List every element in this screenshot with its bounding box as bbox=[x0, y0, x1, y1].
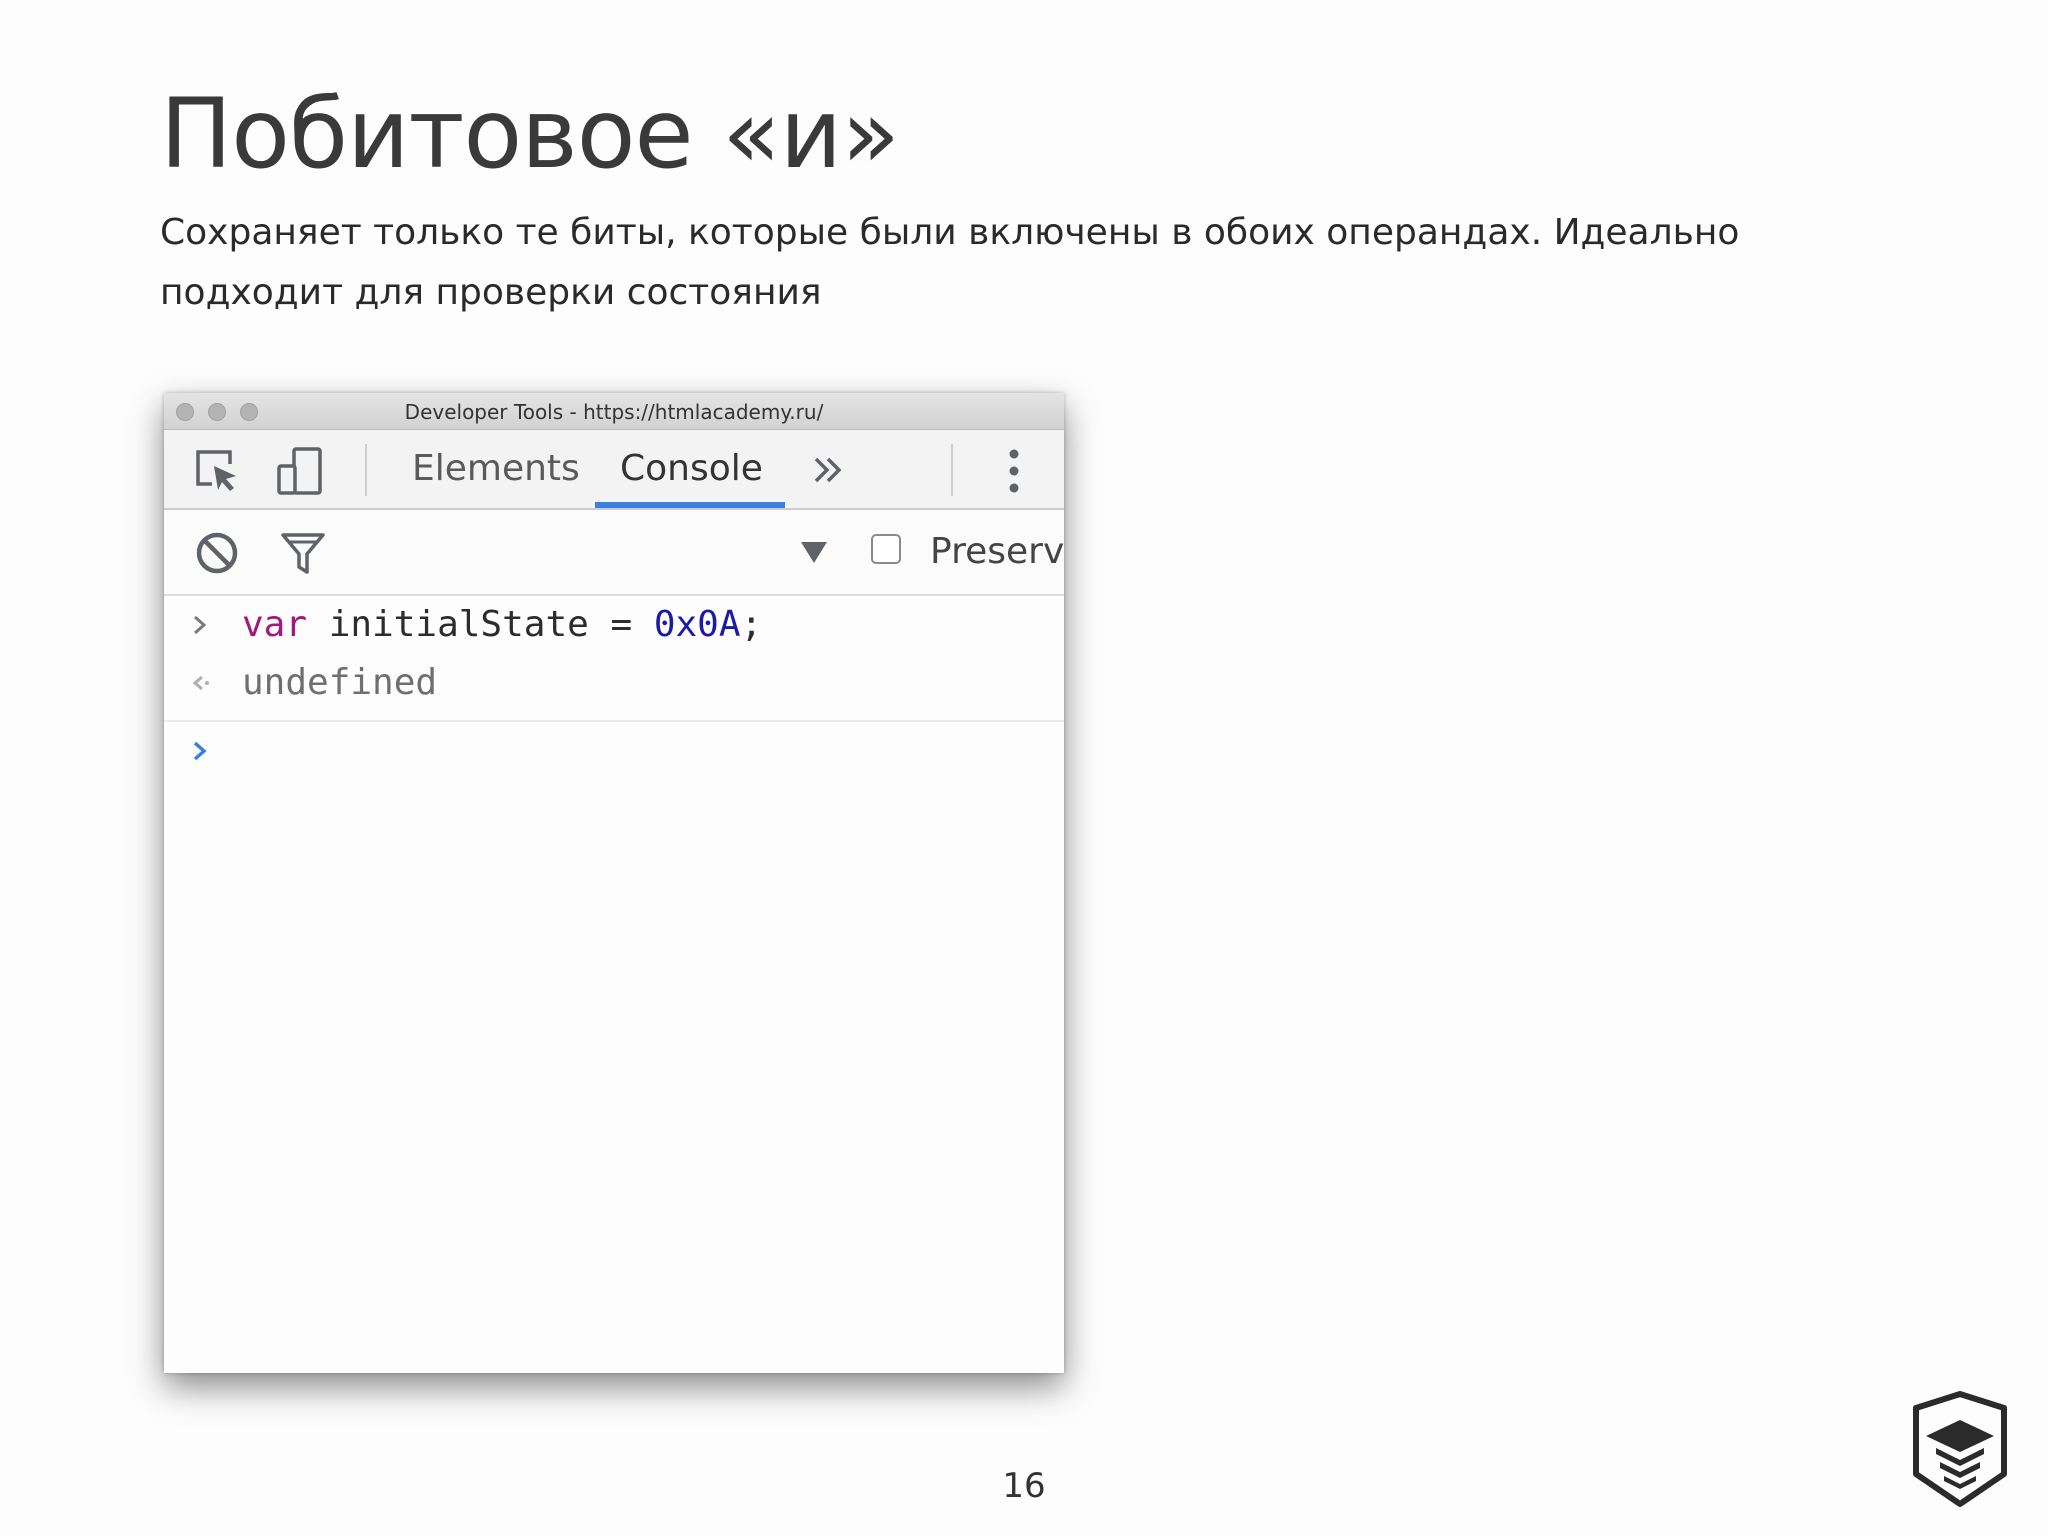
inspect-element-icon[interactable] bbox=[192, 446, 242, 496]
code-terminator: ; bbox=[740, 604, 763, 645]
console-output[interactable]: var initialState = 0x0A; undefined bbox=[164, 596, 1064, 1373]
filter-icon[interactable] bbox=[280, 530, 326, 576]
chevron-right-icon bbox=[194, 615, 207, 635]
tab-elements[interactable]: Elements bbox=[412, 430, 580, 508]
kebab-menu-icon[interactable] bbox=[1004, 446, 1024, 496]
page-number: 16 bbox=[1002, 1466, 1046, 1506]
device-toolbar-icon[interactable] bbox=[276, 446, 326, 496]
console-input-line: var initialState = 0x0A; bbox=[164, 596, 1064, 654]
console-prompt[interactable] bbox=[164, 722, 1064, 780]
console-code: var initialState = 0x0A; bbox=[242, 596, 762, 654]
return-arrow-icon bbox=[192, 675, 209, 691]
code-number: 0x0A bbox=[653, 604, 741, 645]
prompt-chevron-icon bbox=[193, 741, 207, 761]
window-title: Developer Tools - https://htmlacademy.ru… bbox=[404, 400, 824, 424]
toolbar-divider bbox=[365, 444, 367, 496]
tab-console[interactable]: Console bbox=[620, 430, 763, 508]
clear-console-icon[interactable] bbox=[194, 530, 240, 576]
toolbar-divider bbox=[951, 444, 953, 496]
console-result-line: undefined bbox=[164, 654, 1064, 712]
devtools-window: Developer Tools - https://htmlacademy.ru… bbox=[164, 393, 1064, 1373]
console-filter-bar: Preserv bbox=[164, 510, 1064, 596]
slide-title: Побитовое «и» bbox=[160, 78, 900, 190]
code-keyword: var bbox=[242, 604, 308, 645]
window-titlebar[interactable]: Developer Tools - https://htmlacademy.ru… bbox=[164, 393, 1064, 430]
more-tabs-icon[interactable] bbox=[808, 450, 848, 490]
htmlacademy-logo bbox=[1913, 1391, 2007, 1507]
active-tab-indicator bbox=[595, 502, 785, 508]
devtools-toolbar: Elements Console bbox=[164, 430, 1064, 510]
console-result: undefined bbox=[242, 662, 438, 703]
dropdown-triangle-icon[interactable] bbox=[800, 540, 828, 564]
preserve-log-label: Preserv bbox=[930, 531, 1064, 572]
slide-subtitle: Сохраняет только те биты, которые были в… bbox=[160, 212, 1740, 313]
preserve-log-checkbox[interactable] bbox=[871, 534, 901, 564]
code-identifier: initialState = bbox=[307, 604, 654, 645]
